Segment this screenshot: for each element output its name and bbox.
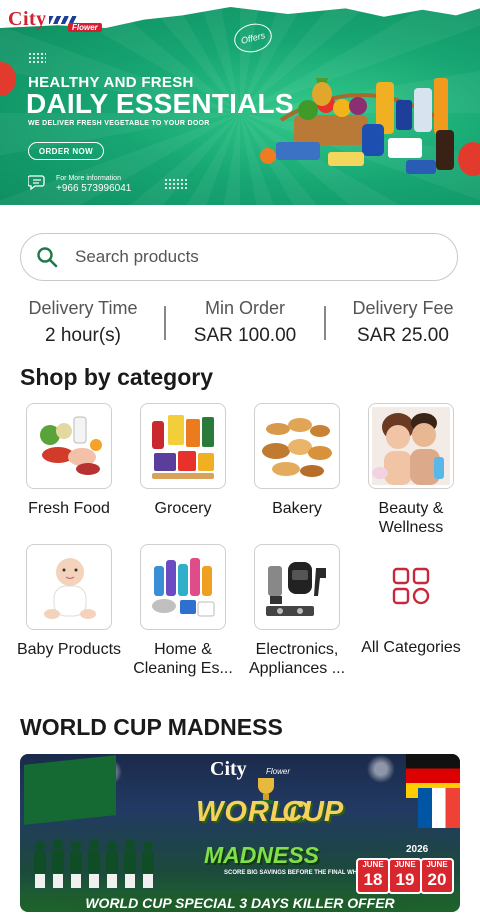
category-all-categories[interactable]: All Categories	[356, 544, 466, 657]
hero-tagline: WE DELIVER FRESH VEGETABLE TO YOUR DOOR	[28, 120, 210, 127]
fresh-food-image	[26, 403, 112, 489]
search-input[interactable]	[73, 246, 417, 268]
category-label: Fresh Food	[28, 500, 110, 517]
promo-date-month: JUNE	[426, 860, 448, 869]
promo-date-month: JUNE	[362, 860, 384, 869]
category-label: Grocery	[154, 500, 212, 517]
world-cup-promo-banner[interactable]: City Flower WORLD CUP MADNESS SCORE BIG …	[20, 754, 460, 912]
shop-by-category-title: Shop by category	[20, 364, 213, 390]
promo-brand-sub: Flower	[266, 767, 291, 776]
france-flag-image	[418, 788, 460, 828]
min-order-value: SAR 100.00	[193, 325, 297, 346]
electronics-image	[254, 544, 340, 630]
chat-icon	[28, 175, 45, 191]
promo-date-day: 18	[363, 870, 383, 889]
decor-dots	[28, 52, 46, 64]
decor-dots	[164, 178, 188, 190]
football-players-image	[34, 839, 154, 888]
category-label: Home & Cleaning Es...	[133, 641, 233, 677]
promo-word-cup: CUP	[282, 796, 344, 828]
world-cup-title: WORLD CUP MADNESS	[20, 714, 283, 740]
delivery-time-value: 2 hour(s)	[44, 325, 122, 346]
category-label: Electronics, Appliances ...	[248, 641, 346, 677]
brand-logo: City	[8, 8, 77, 31]
promo-date-badge: JUNE 19	[388, 858, 422, 894]
promo-brand-logo: City	[210, 758, 247, 780]
search-icon	[37, 247, 58, 268]
category-home-cleaning[interactable]: Home & Cleaning Es...	[128, 544, 238, 678]
delivery-fee-value: SAR 25.00	[357, 325, 449, 346]
category-label: All Categories	[361, 639, 461, 656]
category-baby-products[interactable]: Baby Products	[14, 544, 124, 659]
grocery-image	[140, 403, 226, 489]
promo-word-madness: MADNESS	[204, 842, 320, 868]
min-order-block: Min Order SAR 100.00	[180, 298, 310, 347]
category-fresh-food[interactable]: Fresh Food	[14, 403, 124, 518]
promo-date-badge: JUNE 20	[420, 858, 454, 894]
grocery-basket-image	[260, 78, 454, 174]
promo-date-day: 19	[395, 870, 415, 889]
brand-logo-sub: Flower	[68, 23, 102, 32]
order-now-button[interactable]: ORDER NOW	[28, 142, 104, 160]
delivery-time-label: Delivery Time	[28, 298, 138, 318]
info-phone: +966 573996041	[56, 183, 132, 194]
delivery-time-block: Delivery Time 2 hour(s)	[18, 298, 148, 347]
baby-image	[26, 544, 112, 630]
hero-headline-big: DAILY ESSENTIALS	[26, 88, 294, 119]
promo-date-day: 20	[427, 870, 447, 889]
home-cleaning-image	[140, 544, 226, 630]
hero-banner[interactable]: City Flower Offers HEALTHY AND FRESH DAI…	[0, 0, 480, 205]
bakery-image	[254, 403, 340, 489]
divider	[164, 306, 166, 340]
category-label: Baby Products	[16, 641, 122, 658]
delivery-fee-block: Delivery Fee SAR 25.00	[338, 298, 468, 347]
category-bakery[interactable]: Bakery	[242, 403, 352, 518]
category-beauty-wellness[interactable]: Beauty & Wellness	[356, 403, 466, 537]
grid-icon	[369, 544, 453, 628]
beauty-image	[368, 403, 454, 489]
saudi-flag-image	[24, 755, 116, 825]
min-order-label: Min Order	[204, 298, 285, 318]
category-label: Beauty & Wellness	[378, 500, 444, 536]
promo-tagline: SCORE BIG SAVINGS BEFORE THE FINAL WHIST…	[224, 870, 377, 876]
promo-offer-strip: WORLD CUP SPECIAL 3 DAYS KILLER OFFER	[20, 894, 460, 912]
category-label: Bakery	[272, 500, 322, 517]
search-bar[interactable]	[20, 233, 458, 281]
promo-year: 2026	[406, 844, 429, 855]
delivery-fee-label: Delivery Fee	[352, 298, 454, 318]
category-electronics[interactable]: Electronics, Appliances ...	[242, 544, 352, 678]
info-label: For More information	[56, 175, 121, 182]
category-grocery[interactable]: Grocery	[128, 403, 238, 518]
divider	[324, 306, 326, 340]
promo-date-badge: JUNE 18	[356, 858, 390, 894]
promo-date-month: JUNE	[394, 860, 416, 869]
